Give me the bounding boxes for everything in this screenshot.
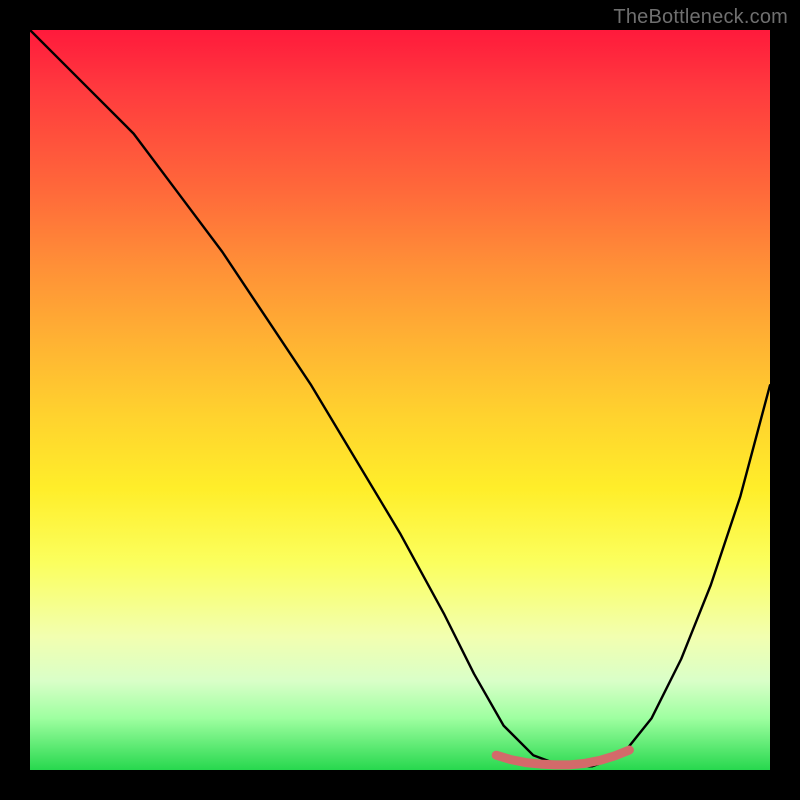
bottleneck-curve [30,30,770,766]
watermark-label: TheBottleneck.com [613,6,788,29]
chart-frame: TheBottleneck.com [0,0,800,800]
plot-area [30,30,770,770]
valley-marker [496,750,629,765]
curve-layer [30,30,770,770]
